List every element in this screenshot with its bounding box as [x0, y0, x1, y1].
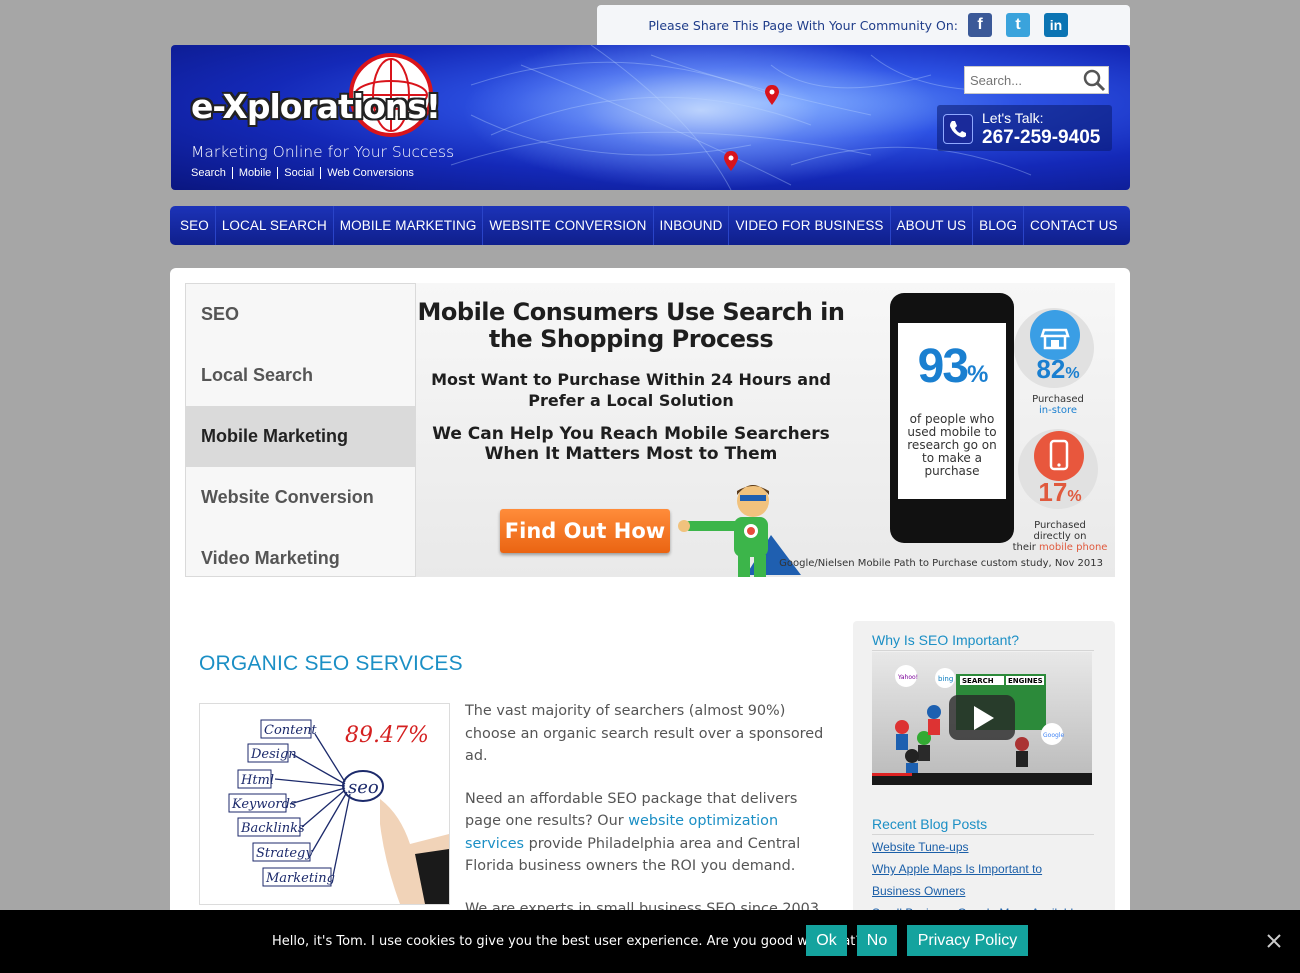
stat-82-percent: 82%	[1036, 354, 1080, 384]
map-pin-icon	[724, 151, 738, 171]
nav-contact-us[interactable]: CONTACT US	[1024, 206, 1124, 245]
cookie-ok-button[interactable]: Ok	[806, 925, 847, 956]
search-input[interactable]	[970, 69, 1078, 91]
nav-local-search[interactable]: LOCAL SEARCH	[216, 206, 334, 245]
cookie-message: Hello, it's Tom. I use cookies to give y…	[272, 934, 863, 949]
nav-video-for-business[interactable]: VIDEO FOR BUSINESS	[729, 206, 891, 245]
find-out-how-button[interactable]: Find Out How	[500, 509, 670, 553]
slider-tab-website-conversion[interactable]: Website Conversion	[186, 467, 415, 528]
image-word-keywords: Keywords	[231, 797, 297, 812]
phone-icon	[943, 114, 973, 144]
banner-pitch: We Can Help You Reach Mobile Searchers W…	[432, 424, 830, 464]
search-box	[964, 66, 1109, 94]
image-word-content: Content	[264, 723, 317, 738]
stat-17-label: Purchased directly on their mobile phone	[1012, 520, 1108, 553]
blog-post-link[interactable]: Website Tune-ups	[872, 840, 1094, 854]
image-word-marketing: Marketing	[265, 871, 335, 886]
video-progress-bar[interactable]	[872, 773, 1092, 785]
nav-website-conversion[interactable]: WEBSITE CONVERSION	[483, 206, 654, 245]
talk-label: Let's Talk:	[982, 110, 1044, 126]
store-icon	[1030, 310, 1080, 360]
site-logo[interactable]: e-Xplorations!	[191, 53, 451, 143]
stat-93-note: of people who used mobile to research go…	[907, 412, 997, 478]
phone-graphic: 93% of people who used mobile to researc…	[890, 293, 1014, 543]
mobile-phone-icon	[1034, 431, 1084, 481]
stat-17-percent: 17%	[1038, 477, 1082, 507]
image-word-html: Html	[240, 773, 274, 788]
privacy-policy-button[interactable]: Privacy Policy	[907, 925, 1028, 956]
image-word-design: Design	[250, 747, 297, 762]
twitter-icon[interactable]: t	[1006, 13, 1030, 37]
paragraph: Need an affordable SEO package that deli…	[465, 790, 801, 875]
stat-82-label: Purchased in-store	[1032, 394, 1084, 416]
slider-tab-video-marketing[interactable]: Video Marketing	[186, 528, 415, 589]
video-label-yahoo: Yahoo!	[897, 674, 918, 681]
main-nav: SEO LOCAL SEARCH MOBILE MARKETING WEBSIT…	[170, 206, 1130, 245]
subnav-web-conversions[interactable]: Web Conversions	[320, 167, 420, 179]
video-label-google: Google	[1043, 732, 1064, 739]
nav-seo[interactable]: SEO	[174, 206, 216, 245]
phone-contact[interactable]: Let's Talk: 267-259-9405	[937, 105, 1112, 151]
nav-about-us[interactable]: ABOUT US	[891, 206, 974, 245]
logo-text: e-Xplorations!	[191, 87, 441, 126]
cookie-banner: Hello, it's Tom. I use cookies to give y…	[0, 910, 1300, 973]
slider-tab-local-search[interactable]: Local Search	[186, 345, 415, 406]
facebook-icon[interactable]: f	[968, 13, 992, 37]
video-label-search: SEARCH	[962, 677, 994, 685]
image-word-backlinks: Backlinks	[240, 821, 305, 836]
slider-tabs: SEO Local Search Mobile Marketing Websit…	[185, 283, 435, 577]
share-bar: Please Share This Page With Your Communi…	[597, 5, 1130, 45]
study-source: Google/Nielsen Mobile Path to Purchase c…	[779, 558, 1103, 569]
section-title: ORGANIC SEO SERVICES	[199, 652, 463, 675]
subnav-search[interactable]: Search	[191, 167, 232, 179]
tagline: Marketing Online for Your Success	[191, 143, 455, 161]
paragraph: The vast majority of searchers (almost 9…	[465, 703, 824, 764]
blog-post-link[interactable]: Business Owners	[872, 884, 1094, 898]
play-icon[interactable]	[949, 695, 1015, 740]
subnav-social[interactable]: Social	[277, 167, 320, 179]
phone-screen: 93% of people who used mobile to researc…	[898, 323, 1006, 499]
nav-mobile-marketing[interactable]: MOBILE MARKETING	[334, 206, 484, 245]
content-card: SEO Local Search Mobile Marketing Websit…	[170, 268, 1130, 973]
cookie-no-button[interactable]: No	[857, 925, 897, 956]
site-header: e-Xplorations! Marketing Online for Your…	[171, 45, 1130, 190]
search-icon[interactable]	[1082, 68, 1106, 92]
video-label-bing: bing	[938, 675, 953, 683]
linkedin-icon[interactable]: in	[1044, 13, 1068, 37]
seo-video[interactable]: SEARCH ENGINES Yahoo! bing Google	[872, 652, 1092, 785]
stat-93-percent: 93%	[917, 340, 989, 393]
nav-blog[interactable]: BLOG	[973, 206, 1025, 245]
banner-subhead: Most Want to Purchase Within 24 Hours an…	[431, 370, 831, 410]
blog-post-link[interactable]: Why Apple Maps Is Important to	[872, 862, 1094, 876]
map-pin-icon	[765, 85, 779, 105]
image-word-seo: seo	[348, 777, 379, 798]
share-text: Please Share This Page With Your Communi…	[648, 17, 958, 33]
slider-banner[interactable]: Mobile Consumers Use Search in the Shopp…	[416, 283, 1115, 577]
header-subnav: Search Mobile Social Web Conversions	[191, 167, 420, 179]
recent-posts-title: Recent Blog Posts	[872, 816, 1094, 835]
phone-number[interactable]: 267-259-9405	[982, 127, 1100, 149]
nav-inbound[interactable]: INBOUND	[654, 206, 730, 245]
seo-concept-image: Content Design Html Keywords Backlinks S…	[199, 703, 450, 905]
close-icon[interactable]	[1265, 932, 1283, 950]
image-word-strategy: Strategy	[256, 846, 313, 861]
video-widget-title: Why Is SEO Important?	[872, 632, 1094, 651]
image-stat: 89.47%	[345, 723, 429, 748]
slider-tab-seo[interactable]: SEO	[186, 284, 415, 345]
banner-headline: Mobile Consumers Use Search in the Shopp…	[417, 298, 845, 353]
subnav-mobile[interactable]: Mobile	[231, 167, 277, 179]
slider-tab-mobile-marketing[interactable]: Mobile Marketing	[186, 406, 435, 467]
video-label-engines: ENGINES	[1008, 677, 1043, 685]
